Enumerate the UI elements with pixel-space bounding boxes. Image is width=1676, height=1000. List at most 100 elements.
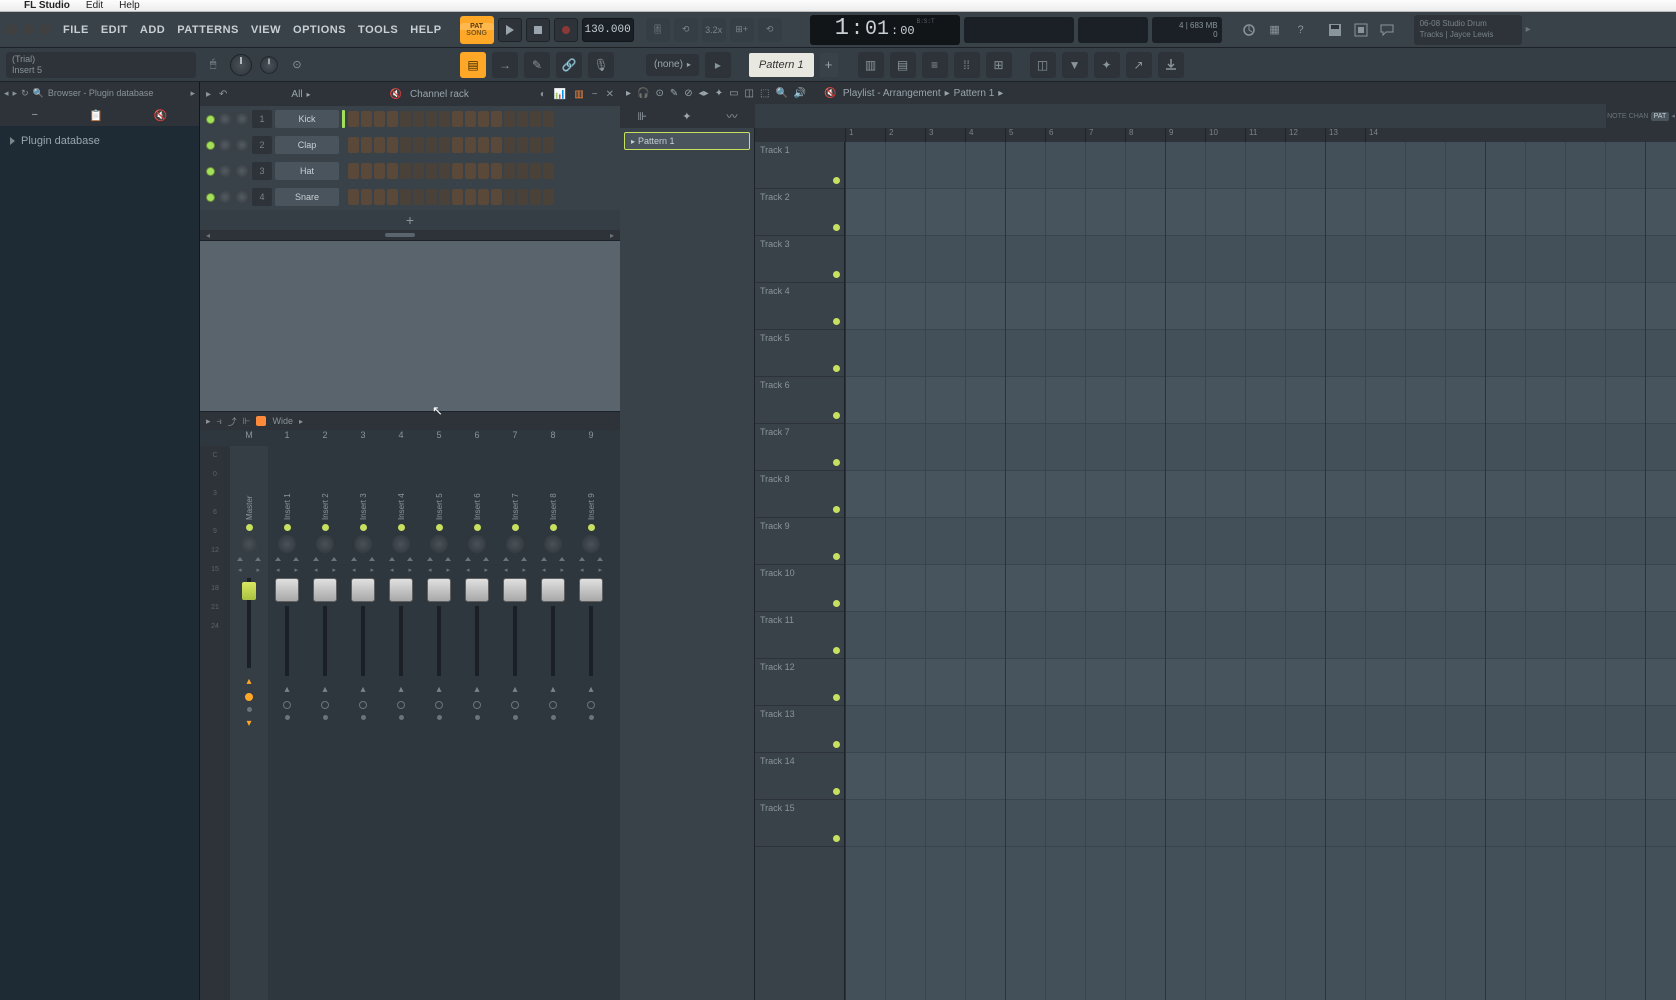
playlist-track-header[interactable]: Track 7: [755, 424, 844, 471]
fx-arrow-icon[interactable]: ▴: [284, 684, 289, 695]
pl-del-icon[interactable]: ◂▸: [699, 88, 709, 99]
menu-file[interactable]: FILE: [59, 24, 93, 36]
menu-view[interactable]: VIEW: [247, 24, 285, 36]
step-cell[interactable]: [478, 189, 489, 205]
pl-audio-icon[interactable]: 🔇: [824, 88, 836, 99]
step-cell[interactable]: [426, 137, 437, 153]
browser-collapse-icon[interactable]: −: [32, 109, 38, 121]
playlist-ruler[interactable]: 1234567891011121314: [845, 128, 1676, 142]
track-led[interactable]: [833, 271, 840, 278]
step-cell[interactable]: [413, 111, 424, 127]
mixer-track-label[interactable]: 9: [572, 430, 610, 446]
ruler-bar[interactable]: 12: [1285, 128, 1325, 142]
step-cell[interactable]: [530, 111, 541, 127]
pl-magnet-icon[interactable]: ⊙: [655, 88, 663, 99]
mixer-rec-arm[interactable]: [435, 701, 443, 709]
fx-down-icon[interactable]: ▾: [246, 718, 251, 729]
mixer-sep-icon[interactable]: [541, 557, 565, 562]
track-led[interactable]: [833, 318, 840, 325]
mixer-sep-icon[interactable]: [313, 557, 337, 562]
step-cell[interactable]: [504, 137, 515, 153]
step-cell[interactable]: [530, 189, 541, 205]
playlist-grid-row[interactable]: [845, 753, 1676, 800]
playlist-grid-row[interactable]: [845, 565, 1676, 612]
channel-vol-knob[interactable]: [235, 112, 249, 126]
mixer-stereo-icon[interactable]: ◂▸: [352, 566, 374, 574]
win-tool-1[interactable]: ◫: [1030, 52, 1056, 78]
browser-fwd-icon[interactable]: ▸: [13, 88, 18, 99]
ruler-bar[interactable]: 13: [1325, 128, 1365, 142]
channel-led[interactable]: [206, 115, 215, 124]
wait-icon[interactable]: 3.2x: [702, 18, 726, 42]
playlist-grid-row[interactable]: [845, 800, 1676, 847]
view-browser-button[interactable]: 🎙: [588, 52, 614, 78]
browser-search-icon[interactable]: 🔍: [33, 88, 44, 99]
step-cell[interactable]: [387, 189, 398, 205]
mixer-track-led[interactable]: [246, 524, 253, 531]
step-cell[interactable]: [426, 111, 437, 127]
chrack-steps-icon[interactable]: ▥: [574, 89, 583, 100]
mixer-pan-knob[interactable]: [278, 535, 296, 553]
playlist-track-header[interactable]: Track 8: [755, 471, 844, 518]
step-cell[interactable]: [452, 137, 463, 153]
chrack-min-icon[interactable]: −: [592, 89, 598, 100]
snap-selector[interactable]: (none)▸: [646, 54, 699, 76]
playlist-track-header[interactable]: Track 10: [755, 565, 844, 612]
pl-curve-icon[interactable]: 〰: [726, 108, 737, 124]
mixer-pan-knob[interactable]: [506, 535, 524, 553]
view-playlist-button[interactable]: ▤: [460, 52, 486, 78]
channel-led[interactable]: [206, 193, 215, 202]
pl-tool-4[interactable]: ⁞⁞: [954, 52, 980, 78]
chrack-graph-icon[interactable]: 📊: [554, 89, 566, 100]
chrack-menu-icon[interactable]: ▸: [206, 89, 211, 100]
browser-chevron-icon[interactable]: ▸: [190, 88, 195, 99]
playlist-track-header[interactable]: Track 11: [755, 612, 844, 659]
step-cell[interactable]: [439, 163, 450, 179]
track-led[interactable]: [833, 600, 840, 607]
pl-piano-icon[interactable]: ⊪: [638, 110, 648, 123]
channel-led[interactable]: [206, 141, 215, 150]
mixer-track-led[interactable]: [322, 524, 329, 531]
mixer-track-label[interactable]: 1: [268, 430, 306, 446]
tempo-display[interactable]: 130.000: [582, 18, 634, 42]
chrack-close-icon[interactable]: ✕: [606, 89, 614, 100]
mixer-sep-icon[interactable]: [503, 557, 527, 562]
main-volume-knob[interactable]: [230, 54, 252, 76]
mixer-insert-track[interactable]: Insert 7 ◂▸ ▴: [496, 446, 534, 1000]
track-led[interactable]: [833, 506, 840, 513]
switch-icon[interactable]: ⊙: [286, 54, 308, 76]
view-browser-icon[interactable]: ▦: [1264, 19, 1286, 41]
step-cell[interactable]: [504, 189, 515, 205]
ruler-bar[interactable]: 7: [1085, 128, 1125, 142]
channel-add-button[interactable]: +: [200, 210, 620, 230]
mixer-dock-dot[interactable]: [361, 715, 366, 720]
pl-auto-icon[interactable]: ✦: [682, 110, 691, 123]
channel-pan-knob[interactable]: [218, 138, 232, 152]
mixer-pan-knob[interactable]: [240, 535, 258, 553]
minimize-button[interactable]: [23, 24, 34, 35]
win-tool-2[interactable]: ▼: [1062, 52, 1088, 78]
mixer-sep-icon[interactable]: [389, 557, 413, 562]
track-led[interactable]: [833, 694, 840, 701]
mixer-track-label[interactable]: 3: [344, 430, 382, 446]
step-cell[interactable]: [387, 111, 398, 127]
channel-pan-knob[interactable]: [218, 190, 232, 204]
render-icon[interactable]: [1350, 19, 1372, 41]
pl-tool-1[interactable]: ▥: [858, 52, 884, 78]
mixer-rec-arm[interactable]: [397, 701, 405, 709]
step-cell[interactable]: [465, 163, 476, 179]
playlist-grid[interactable]: [845, 142, 1676, 1000]
pl-menu-icon[interactable]: ▸: [626, 88, 631, 99]
mixer-rec-arm[interactable]: [587, 701, 595, 709]
ruler-bar[interactable]: 6: [1045, 128, 1085, 142]
mixer-insert-track[interactable]: Insert 5 ◂▸ ▴: [420, 446, 458, 1000]
mixer-track-label[interactable]: M: [230, 430, 268, 446]
mixer-stereo-icon[interactable]: ◂▸: [504, 566, 526, 574]
step-cell[interactable]: [452, 189, 463, 205]
step-cell[interactable]: [517, 163, 528, 179]
mixer-track-led[interactable]: [550, 524, 557, 531]
channel-name-button[interactable]: Hat: [275, 162, 339, 180]
mixer-fader[interactable]: [351, 578, 375, 602]
mixer-fader[interactable]: [465, 578, 489, 602]
pl-slip-icon[interactable]: ▭: [729, 88, 738, 99]
